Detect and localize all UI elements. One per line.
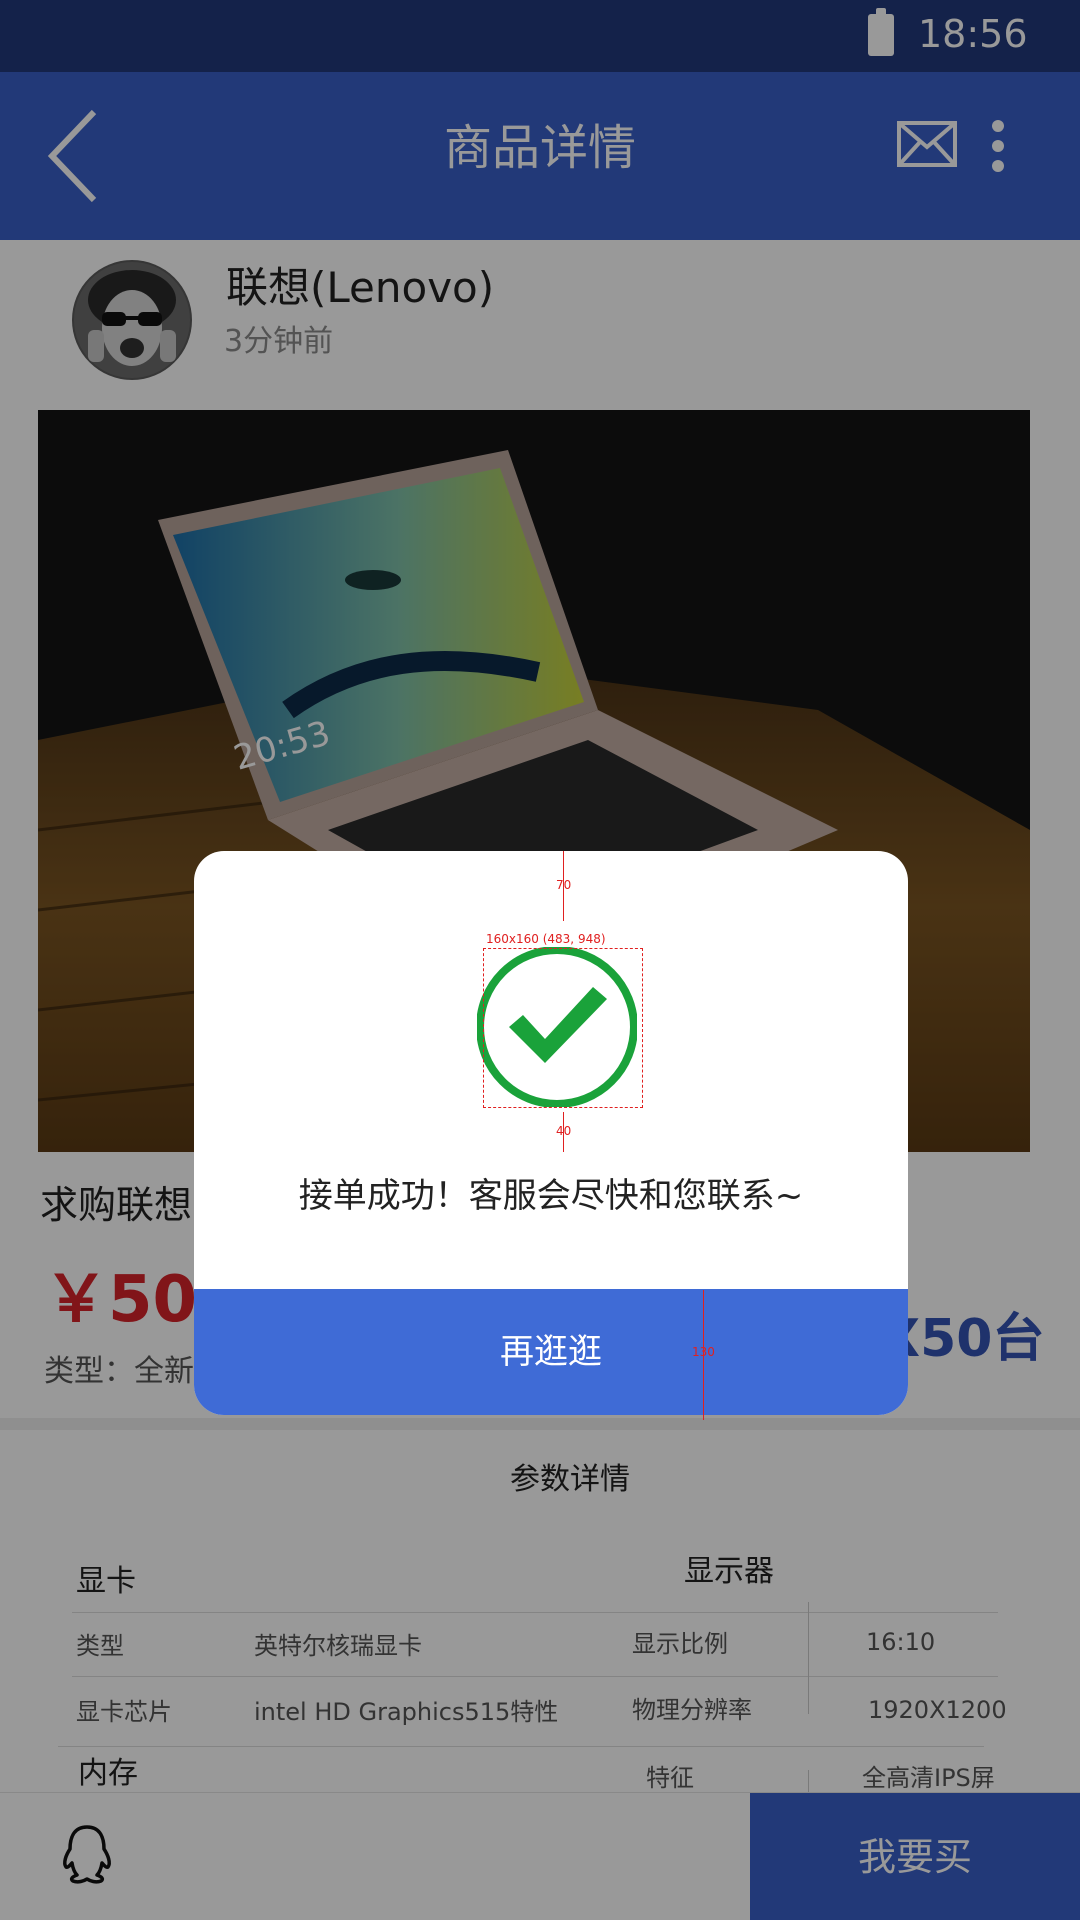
annotation-label: 40 (556, 1124, 572, 1138)
browse-again-button[interactable]: 再逛逛 (194, 1289, 908, 1415)
annotation-box (483, 948, 643, 1108)
annotation-label: 160x160 (483, 948) (486, 932, 606, 946)
annotation-label: 130 (692, 1345, 715, 1359)
dialog-message: 接单成功！客服会尽快和您联系~ (298, 1176, 804, 1216)
annotation-label: 70 (556, 878, 572, 892)
